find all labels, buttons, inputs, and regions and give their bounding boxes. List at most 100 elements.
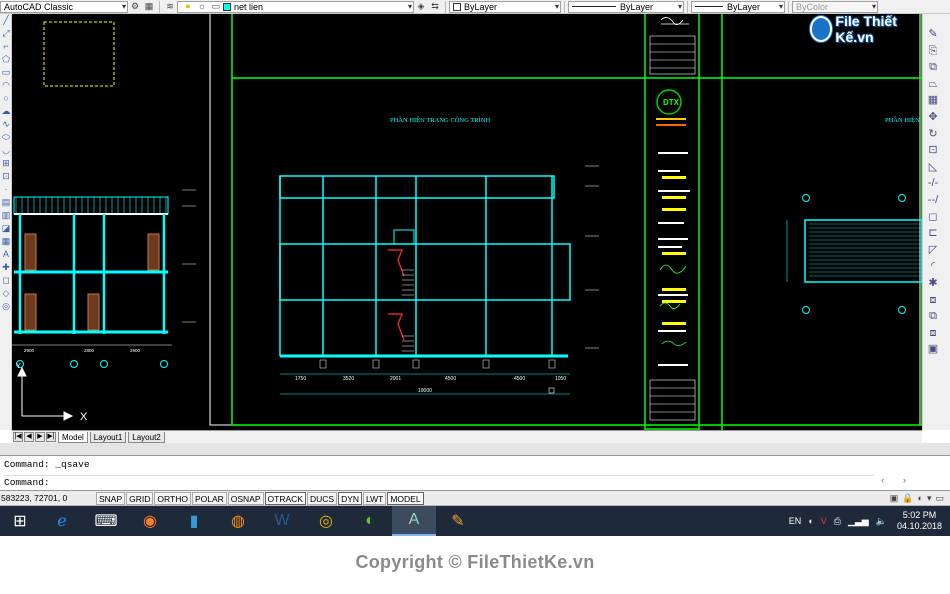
- construction-line-icon[interactable]: ⤢: [0, 27, 12, 40]
- firefox-icon[interactable]: ◍: [216, 506, 260, 536]
- toggle-icon[interactable]: ◐: [808, 516, 813, 526]
- donut-icon[interactable]: ◎: [0, 300, 12, 313]
- mtext-icon[interactable]: A: [0, 248, 12, 261]
- revision-cloud-icon[interactable]: ☁: [0, 105, 12, 118]
- date: 04.10.2018: [896, 521, 942, 531]
- ellipse-icon[interactable]: ⬭: [0, 131, 12, 144]
- extend-icon[interactable]: --/: [926, 192, 940, 209]
- settings-icon[interactable]: ⚙: [129, 1, 141, 12]
- clean-screen-icon[interactable]: ▭: [935, 493, 944, 504]
- copy-icon[interactable]: ⎘: [926, 43, 940, 60]
- paint-icon[interactable]: ✎: [436, 506, 480, 536]
- otrack-toggle[interactable]: OTRACK: [264, 491, 306, 505]
- language-indicator[interactable]: EN: [789, 516, 802, 526]
- line-icon[interactable]: ╱: [0, 14, 12, 27]
- last-tab-icon[interactable]: ▶|: [46, 432, 56, 442]
- circle-icon[interactable]: ○: [0, 92, 12, 105]
- bring-front-icon[interactable]: ⧉: [926, 308, 940, 325]
- explode-icon[interactable]: ✱: [926, 275, 940, 292]
- volume-icon[interactable]: 🔈: [876, 516, 887, 527]
- arc-icon[interactable]: ◠: [0, 79, 12, 92]
- fillet-icon[interactable]: ◜: [926, 258, 940, 275]
- trim-icon[interactable]: -/-: [926, 175, 940, 192]
- array-icon[interactable]: ▦: [926, 92, 940, 109]
- hatch-icon[interactable]: ▤: [0, 196, 12, 209]
- polygon-icon[interactable]: ⬠: [0, 53, 12, 66]
- boundary-icon[interactable]: ◇: [0, 287, 12, 300]
- dyn-toggle[interactable]: DYN: [338, 491, 363, 505]
- scale-icon[interactable]: ⊡: [926, 142, 940, 159]
- point-icon[interactable]: ·: [0, 183, 12, 196]
- ortho-toggle[interactable]: ORTHO: [154, 491, 191, 505]
- network-icon[interactable]: ▁▃▅: [848, 516, 869, 527]
- model-space-canvas[interactable]: 2900 2800 2900 X Y PHẦN HIỆN TRẠNG CÔNG …: [12, 14, 922, 430]
- splitter[interactable]: [0, 443, 950, 455]
- chevron-down-icon[interactable]: ▾: [927, 493, 932, 504]
- text-front-icon[interactable]: ▣: [926, 341, 940, 358]
- rotate-icon[interactable]: ↻: [926, 126, 940, 143]
- tab-model[interactable]: Model: [58, 431, 88, 443]
- osnap-toggle[interactable]: OSNAP: [227, 491, 264, 505]
- scrollbar[interactable]: ‹ ›: [880, 476, 920, 488]
- gradient-icon[interactable]: ▥: [0, 209, 12, 222]
- make-current-icon[interactable]: ◈: [415, 1, 427, 12]
- keyboard-icon[interactable]: ⌨: [84, 506, 128, 536]
- wipeout-icon[interactable]: ◻: [0, 274, 12, 287]
- first-tab-icon[interactable]: |◀: [13, 432, 23, 442]
- antivirus-icon[interactable]: V: [821, 516, 827, 526]
- plotstyle-dropdown[interactable]: ByColor ▾: [792, 0, 878, 13]
- mirror-icon[interactable]: ⧉: [926, 59, 940, 76]
- break-icon[interactable]: ◻: [926, 209, 940, 226]
- polyline-icon[interactable]: ⌐: [0, 40, 12, 53]
- move-icon[interactable]: ✥: [926, 109, 940, 126]
- command-input[interactable]: Command:: [4, 475, 874, 488]
- layer-dropdown[interactable]: ● ☼ ▭ net lien ▾: [177, 0, 414, 13]
- file-explorer-icon[interactable]: ▮: [172, 506, 216, 536]
- workspace-dropdown[interactable]: AutoCAD Classic ▾: [0, 0, 128, 13]
- lwt-toggle[interactable]: LWT: [363, 491, 387, 505]
- prev-tab-icon[interactable]: ◀: [24, 432, 34, 442]
- tab-layout1[interactable]: Layout1: [89, 431, 127, 443]
- chrome-icon[interactable]: ◎: [304, 506, 348, 536]
- stretch-icon[interactable]: ◺: [926, 159, 940, 176]
- tab-layout2[interactable]: Layout2: [128, 431, 165, 443]
- table-icon[interactable]: ▦: [0, 235, 12, 248]
- lineweight-dropdown[interactable]: ByLayer ▾: [691, 0, 785, 13]
- next-tab-icon[interactable]: ▶: [35, 432, 45, 442]
- printer-icon[interactable]: ⎙: [834, 516, 841, 527]
- color-dropdown[interactable]: ByLayer ▾: [449, 0, 561, 13]
- word-icon[interactable]: W: [260, 506, 304, 536]
- ducs-toggle[interactable]: DUCS: [306, 491, 338, 505]
- clock[interactable]: 5:02 PM 04.10.2018: [897, 510, 942, 532]
- signature: [659, 264, 687, 346]
- toolbar-icon[interactable]: ▦: [143, 1, 155, 12]
- ellipse-arc-icon[interactable]: ◡: [0, 144, 12, 157]
- ie-icon[interactable]: ℯ: [40, 506, 84, 536]
- snap-toggle[interactable]: SNAP: [96, 491, 126, 505]
- chamfer-icon[interactable]: ◸: [926, 242, 940, 259]
- insert-block-icon[interactable]: ⊞: [0, 157, 12, 170]
- draw-order-icon[interactable]: ⧈: [926, 292, 940, 309]
- speaker-icon[interactable]: ◐: [918, 493, 923, 503]
- region-icon[interactable]: ◪: [0, 222, 12, 235]
- linetype-dropdown[interactable]: ByLayer ▾: [568, 0, 684, 13]
- media-player-icon[interactable]: ◉: [128, 506, 172, 536]
- layer-manager-icon[interactable]: ≋: [164, 1, 176, 12]
- model-toggle[interactable]: MODEL: [387, 491, 424, 505]
- annotation-icon[interactable]: ▣: [890, 493, 899, 504]
- send-back-icon[interactable]: ⧈: [926, 325, 940, 342]
- polar-toggle[interactable]: POLAR: [191, 491, 227, 505]
- autocad-active-icon[interactable]: A: [392, 506, 436, 536]
- lock-icon[interactable]: 🔒: [902, 493, 913, 504]
- add-selected-icon[interactable]: ✚: [0, 261, 12, 274]
- erase-icon[interactable]: ✎: [926, 26, 940, 43]
- windows-start-icon[interactable]: ⊞: [0, 506, 40, 536]
- grid-toggle[interactable]: GRID: [126, 491, 154, 505]
- offset-icon[interactable]: ⏢: [926, 76, 940, 93]
- make-block-icon[interactable]: ⊡: [0, 170, 12, 183]
- spline-icon[interactable]: ∿: [0, 118, 12, 131]
- autocad-icon[interactable]: ◐: [348, 506, 392, 536]
- rectangle-icon[interactable]: ▭: [0, 66, 12, 79]
- layer-previous-icon[interactable]: ⇆: [429, 1, 441, 12]
- join-icon[interactable]: ⊏: [926, 225, 940, 242]
